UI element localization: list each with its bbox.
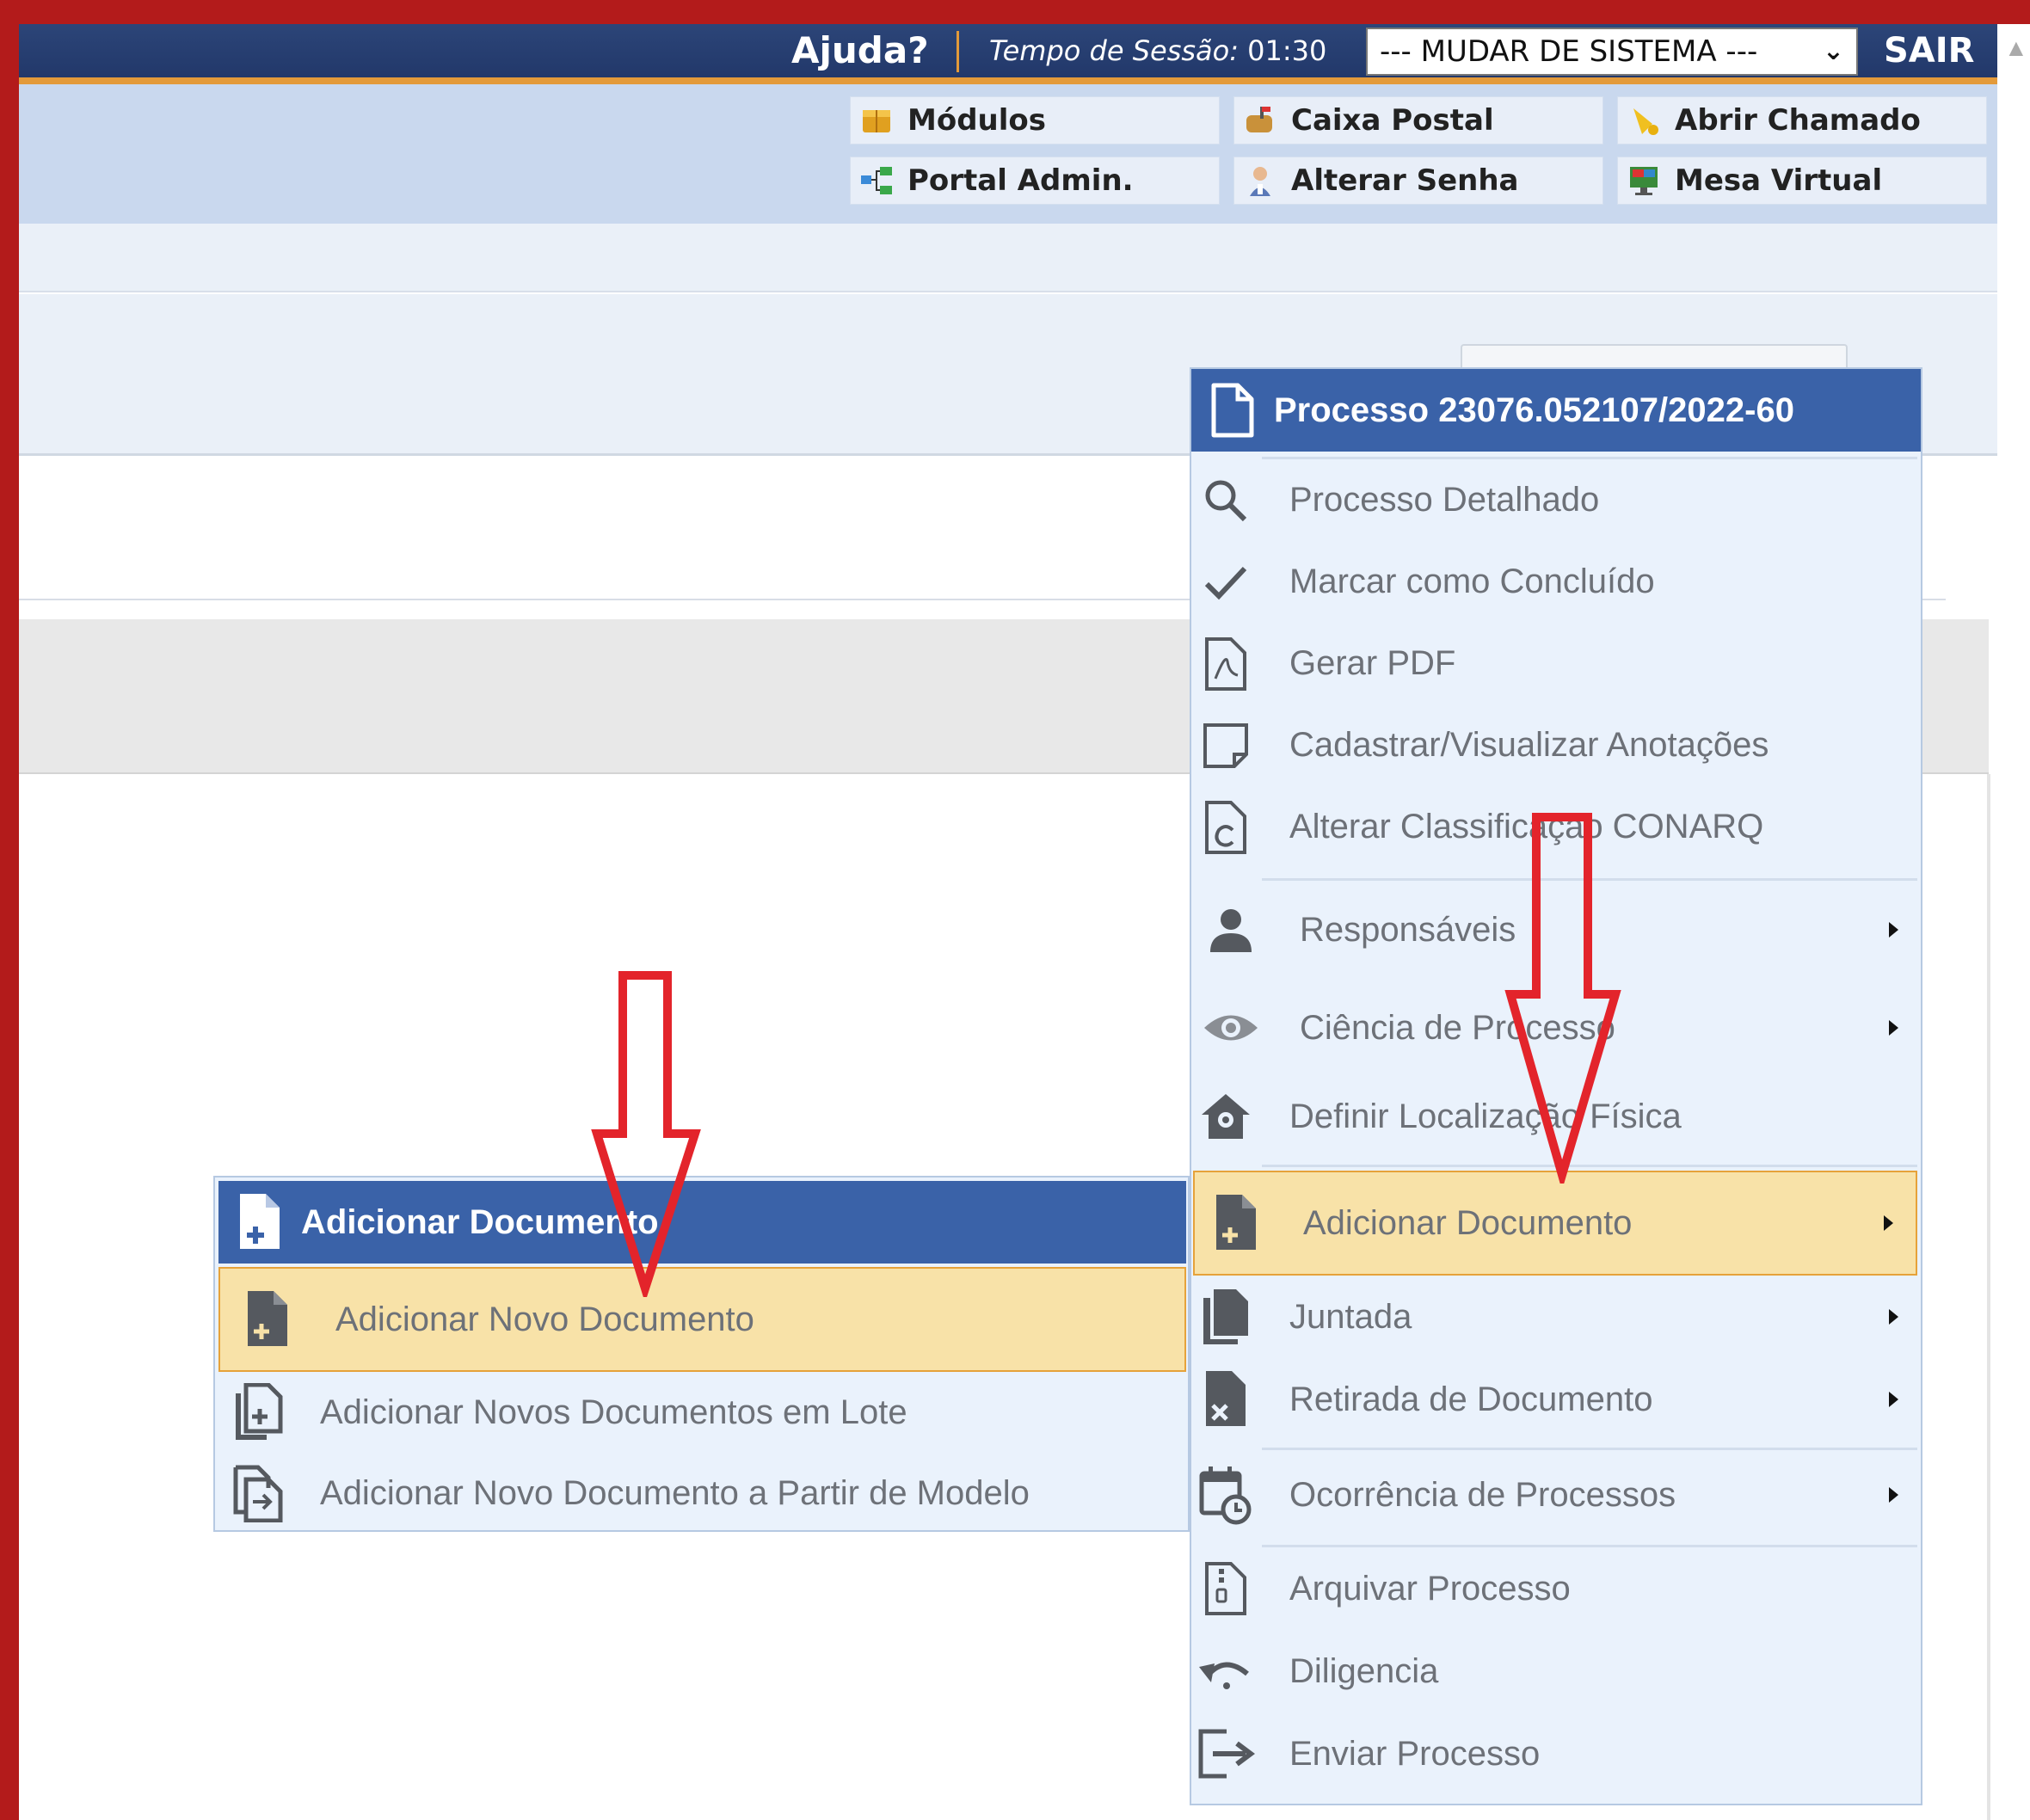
documents-plus-icon xyxy=(215,1383,301,1442)
process-menu-title: Processo 23076.052107/2022-60 xyxy=(1274,390,1794,429)
annotation-arrow-down-icon xyxy=(591,971,701,1297)
menu-item-arquivar[interactable]: Arquivar Processo xyxy=(1191,1547,1921,1630)
archive-file-icon xyxy=(1191,1560,1260,1617)
modules-icon xyxy=(859,103,894,138)
mailbox-icon xyxy=(1243,103,1277,138)
submenu-item-label: Adicionar Novos Documentos em Lote xyxy=(320,1393,907,1431)
menu-item-anotacoes[interactable]: Cadastrar/Visualizar Anotações xyxy=(1191,704,1921,786)
submenu-arrow-icon xyxy=(1889,922,1898,938)
menu-item-label: Processo Detalhado xyxy=(1289,481,1600,519)
document-x-icon xyxy=(1191,1369,1260,1430)
top-bar-accent-line xyxy=(19,77,1997,84)
process-menu-header: Processo 23076.052107/2022-60 xyxy=(1191,369,1921,452)
change-password-label: Alterar Senha xyxy=(1291,163,1519,198)
virtual-desk-button[interactable]: Mesa Virtual xyxy=(1617,157,1987,205)
submenu-arrow-icon xyxy=(1884,1215,1893,1231)
submenu-item-label: Adicionar Novo Documento a Partir de Mod… xyxy=(320,1473,1030,1512)
submenu-arrow-icon xyxy=(1889,1020,1898,1036)
submenu-item-novo-documento[interactable]: Adicionar Novo Documento xyxy=(218,1267,1186,1372)
check-icon xyxy=(1191,558,1260,606)
system-select[interactable]: --- MUDAR DE SISTEMA --- ⌄ xyxy=(1366,28,1858,76)
chevron-down-icon: ⌄ xyxy=(1822,36,1844,66)
menu-item-diligencia[interactable]: Diligencia xyxy=(1191,1630,1921,1712)
home-pin-icon xyxy=(1191,1091,1260,1142)
calendar-clock-icon xyxy=(1191,1465,1260,1525)
topbar-separator xyxy=(957,31,959,72)
menu-item-label: Arquivar Processo xyxy=(1289,1569,1571,1608)
menu-item-enviar[interactable]: Enviar Processo xyxy=(1191,1712,1921,1795)
menu-item-marcar-concluido[interactable]: Marcar como Concluído xyxy=(1191,541,1921,623)
open-ticket-button[interactable]: Abrir Chamado xyxy=(1617,96,1987,144)
document-plus-icon xyxy=(220,1289,315,1350)
virtual-desk-label: Mesa Virtual xyxy=(1675,163,1883,198)
modules-button[interactable]: Módulos xyxy=(850,96,1220,144)
page-band xyxy=(19,224,1997,292)
document-c-icon xyxy=(1191,799,1260,856)
user-key-icon xyxy=(1243,163,1277,198)
window-frame-top xyxy=(0,0,2030,24)
menu-item-label: Cadastrar/Visualizar Anotações xyxy=(1289,726,1769,764)
menu-item-processo-detalhado[interactable]: Processo Detalhado xyxy=(1191,459,1921,541)
menu-item-label: Marcar como Concluído xyxy=(1289,563,1655,600)
session-label: Tempo de Sessão: xyxy=(989,34,1239,67)
mailbox-button[interactable]: Caixa Postal xyxy=(1233,96,1603,144)
submenu-item-modelo[interactable]: Adicionar Novo Documento a Partir de Mod… xyxy=(215,1453,1188,1534)
menu-item-retirada[interactable]: Retirada de Documento xyxy=(1191,1358,1921,1441)
menu-item-adicionar-documento[interactable]: Adicionar Documento xyxy=(1193,1171,1917,1276)
logout-link[interactable]: SAIR xyxy=(1884,24,1974,77)
search-icon xyxy=(1191,477,1260,525)
menu-item-label: Gerar PDF xyxy=(1289,644,1456,682)
submenu-arrow-icon xyxy=(1889,1487,1898,1503)
person-icon xyxy=(1191,904,1270,956)
network-icon xyxy=(859,163,894,198)
undo-icon xyxy=(1191,1651,1260,1691)
system-select-value: --- MUDAR DE SISTEMA --- xyxy=(1380,34,1758,69)
menu-item-gerar-pdf[interactable]: Gerar PDF xyxy=(1191,623,1921,704)
portal-admin-label: Portal Admin. xyxy=(907,163,1134,198)
modules-label: Módulos xyxy=(907,103,1046,138)
submenu-item-lote[interactable]: Adicionar Novos Documentos em Lote xyxy=(215,1372,1188,1453)
submenu-header: Adicionar Documento xyxy=(218,1181,1186,1264)
submenu-arrow-icon xyxy=(1889,1309,1898,1325)
submenu-item-label: Adicionar Novo Documento xyxy=(335,1300,754,1338)
help-link[interactable]: Ajuda? xyxy=(791,24,929,77)
change-password-button[interactable]: Alterar Senha xyxy=(1233,157,1603,205)
mailbox-label: Caixa Postal xyxy=(1291,103,1494,138)
menu-item-juntada[interactable]: Juntada xyxy=(1191,1276,1921,1358)
menu-item-label: Ocorrência de Processos xyxy=(1289,1475,1676,1514)
eye-icon xyxy=(1191,1006,1270,1049)
window-frame-left xyxy=(0,0,19,1820)
menu-item-label: Juntada xyxy=(1289,1297,1412,1336)
copy-icon xyxy=(1191,1288,1260,1346)
document-plus-icon xyxy=(1195,1193,1277,1253)
document-template-icon xyxy=(215,1464,301,1522)
portal-admin-button[interactable]: Portal Admin. xyxy=(850,157,1220,205)
open-ticket-label: Abrir Chamado xyxy=(1675,103,1921,138)
document-plus-icon xyxy=(218,1192,301,1252)
document-icon xyxy=(1191,382,1274,439)
menu-item-label: Diligencia xyxy=(1289,1651,1439,1690)
menu-item-ocorrencia[interactable]: Ocorrência de Processos xyxy=(1191,1450,1921,1540)
scroll-up-icon[interactable]: ▲ xyxy=(2004,34,2028,62)
submenu-arrow-icon xyxy=(1889,1392,1898,1407)
menu-item-label: Adicionar Documento xyxy=(1303,1203,1633,1242)
menu-item-label: Enviar Processo xyxy=(1289,1734,1541,1773)
send-icon xyxy=(1191,1726,1260,1781)
content-panel-edge xyxy=(1987,774,1990,1820)
session-timer: Tempo de Sessão: 01:30 xyxy=(989,24,1326,77)
note-icon xyxy=(1191,720,1260,772)
session-time: 01:30 xyxy=(1247,34,1327,67)
annotation-arrow-down-icon xyxy=(1504,813,1621,1184)
bell-icon xyxy=(1627,103,1661,138)
monitor-icon xyxy=(1627,163,1661,198)
menu-item-label: Retirada de Documento xyxy=(1289,1380,1653,1418)
pdf-icon xyxy=(1191,636,1260,692)
